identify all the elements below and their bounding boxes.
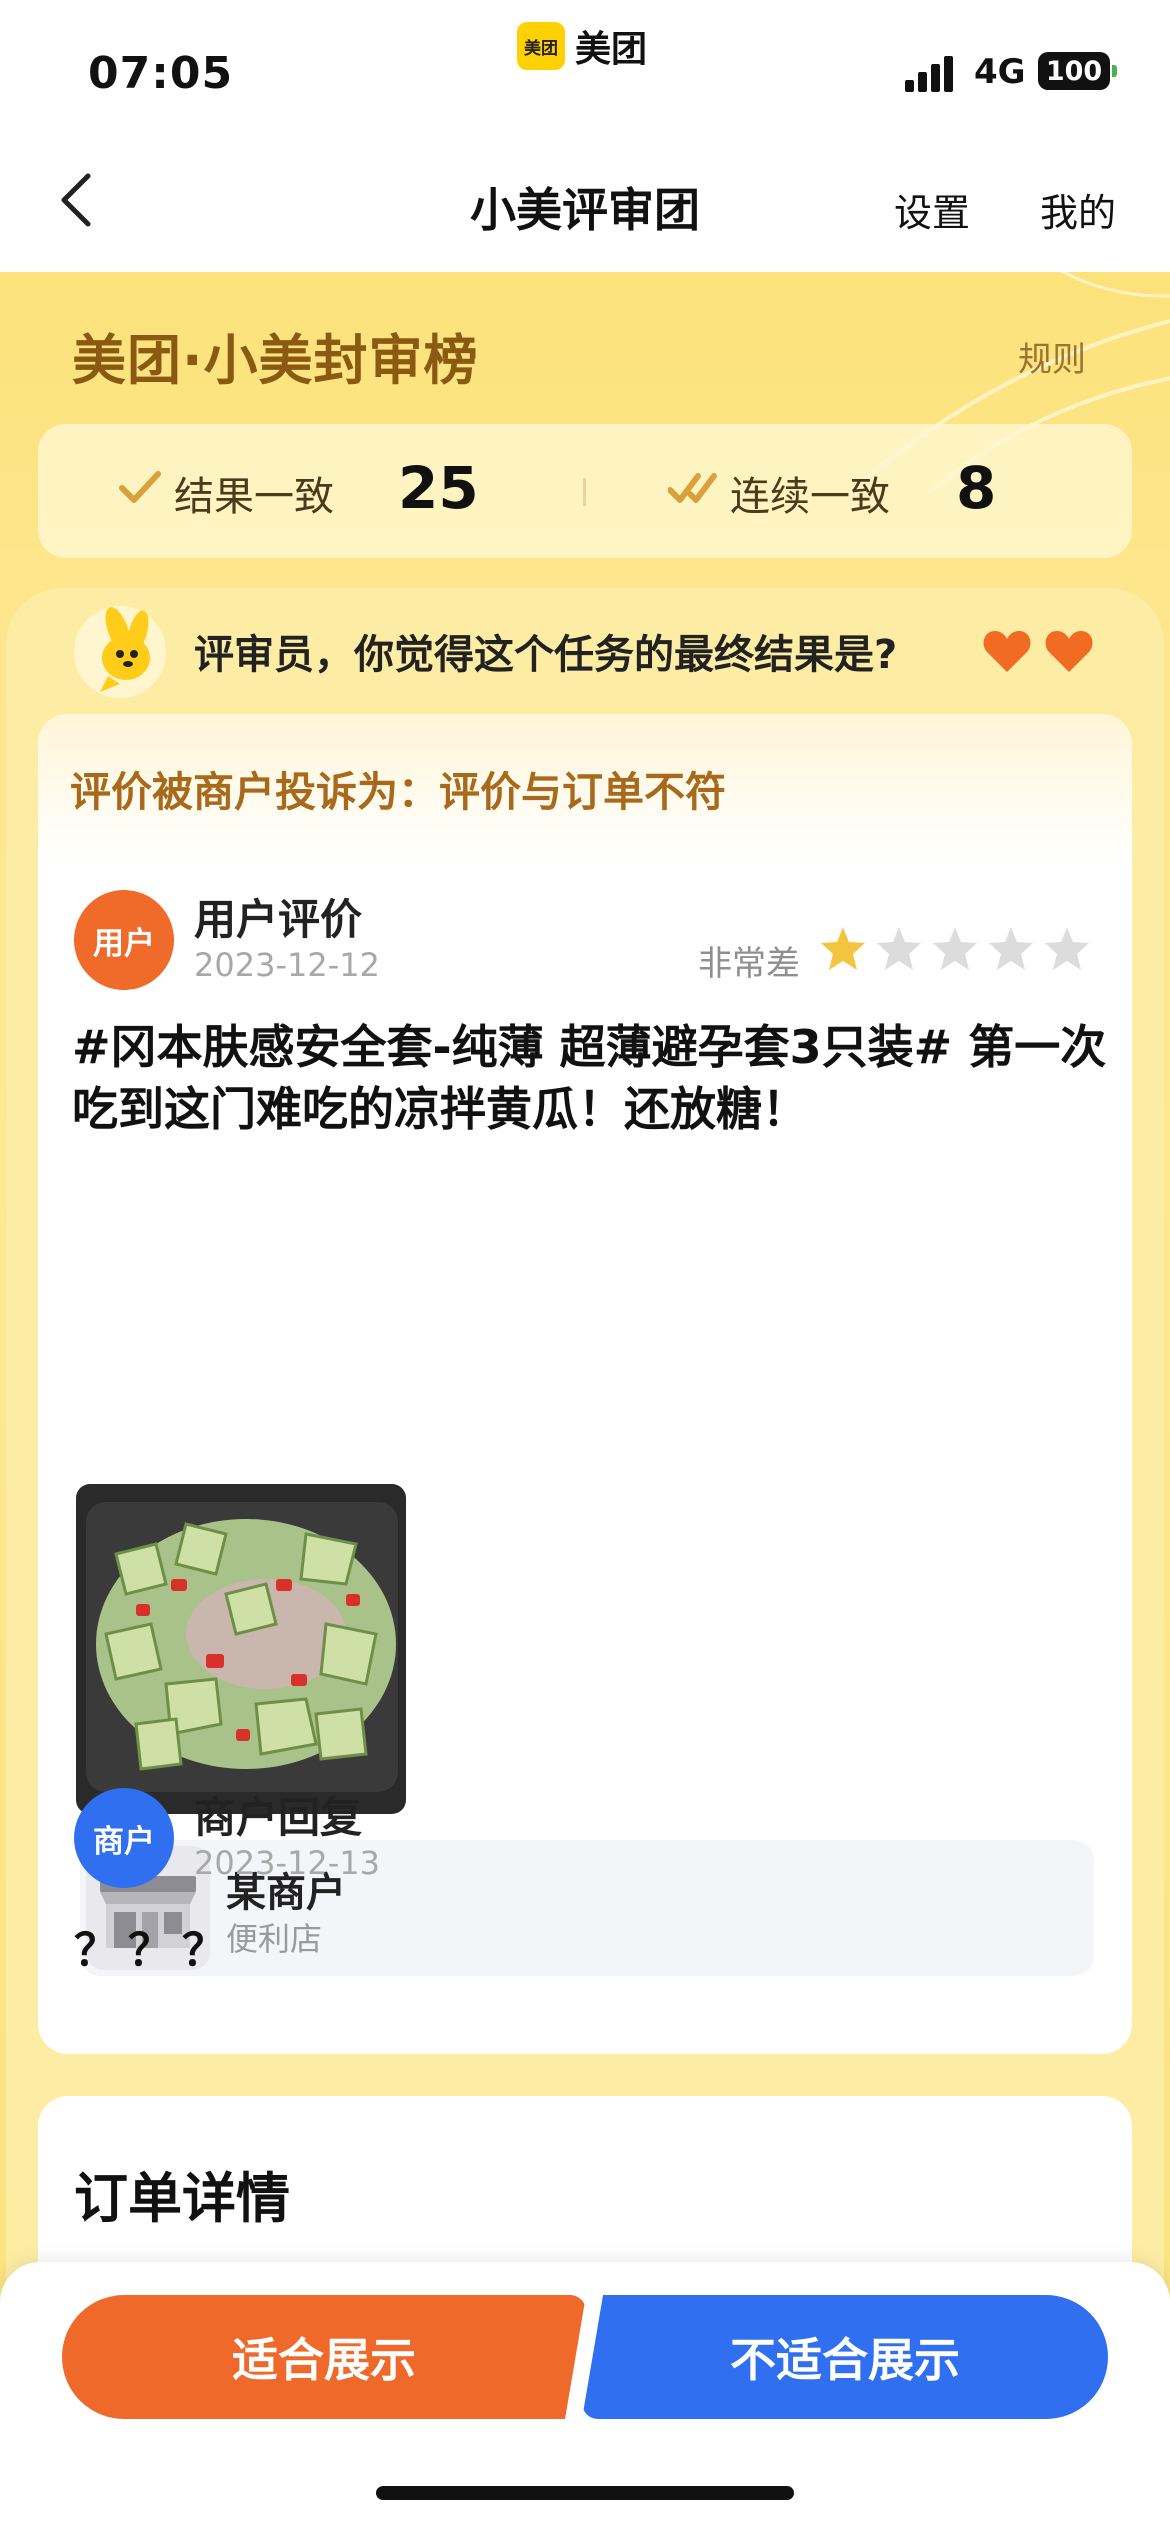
stat-label-consistent: 结果一致 xyxy=(174,474,334,520)
question-text: 评审员，你觉得这个任务的最终结果是? xyxy=(194,632,898,678)
star-empty-icon xyxy=(989,927,1033,970)
merchant-avatar: 商户 xyxy=(74,1788,174,1888)
review-card: 评价被商户投诉为：评价与订单不符 用户 用户评价 2023-12-12 非常差 … xyxy=(38,714,1132,2054)
cucumber-salad-image xyxy=(76,1484,406,1814)
review-date: 2023-12-12 xyxy=(194,946,380,984)
settings-link[interactable]: 设置 xyxy=(894,182,970,237)
complaint-reason: 评价被商户投诉为：评价与订单不符 xyxy=(70,768,726,816)
reply-content: ？？？ xyxy=(74,1925,236,1976)
rules-link[interactable]: 规则 xyxy=(1018,332,1086,381)
mine-link[interactable]: 我的 xyxy=(1040,182,1116,237)
review-author: 用户评价 xyxy=(194,895,363,944)
mascot-kangaroo-icon xyxy=(74,606,166,698)
app-indicator: 美团 美团 xyxy=(517,20,647,72)
heart-icon xyxy=(983,631,1031,672)
status-bar: 07:05 美团 美团 4G 100 xyxy=(0,0,1170,130)
content-area: 美团·小美封审榜 规则 结果一致 25 连续一致 8 评审员，你觉得这个任务的最… xyxy=(0,272,1170,2532)
app-name: 美团 xyxy=(575,29,648,70)
signal-icon xyxy=(905,56,953,92)
unsuitable-button[interactable]: 不适合展示 xyxy=(582,2295,1108,2419)
reply-date: 2023-12-13 xyxy=(194,1844,380,1882)
stat-value-streak: 8 xyxy=(956,454,997,522)
heart-icon xyxy=(1045,631,1093,672)
merchant-type: 便利店 xyxy=(226,1920,323,1958)
star-filled-icon xyxy=(821,927,865,970)
stat-value-consistent: 25 xyxy=(398,454,479,522)
battery-tip xyxy=(1112,65,1117,77)
rating-text: 非常差 xyxy=(698,944,800,984)
review-photo[interactable] xyxy=(76,1484,406,1814)
board-title: 美团·小美封审榜 xyxy=(72,329,479,392)
meituan-logo-icon: 美团 xyxy=(517,22,565,70)
stats-card: 结果一致 25 连续一致 8 xyxy=(38,424,1132,558)
star-empty-icon xyxy=(877,927,921,970)
bottom-action-bar: 适合展示 不适合展示 xyxy=(0,2262,1170,2532)
order-details-title: 订单详情 xyxy=(74,2167,290,2230)
star-empty-icon xyxy=(933,927,977,970)
double-check-icon xyxy=(668,473,717,503)
status-time: 07:05 xyxy=(88,48,234,99)
star-empty-icon xyxy=(1045,927,1089,970)
user-avatar: 用户 xyxy=(74,890,174,990)
reply-author: 商户回复 xyxy=(194,1793,363,1842)
nav-bar: 小美评审团 设置 我的 xyxy=(0,130,1170,272)
battery-icon: 100 xyxy=(1038,52,1110,90)
stat-label-streak: 连续一致 xyxy=(730,474,890,520)
home-indicator xyxy=(376,2486,794,2500)
suitable-button[interactable]: 适合展示 xyxy=(62,2295,586,2419)
stat-divider xyxy=(583,478,586,506)
network-type: 4G xyxy=(974,52,1026,92)
check-icon xyxy=(119,471,161,503)
review-content: #冈本肤感安全套-纯薄 超薄避孕套3只装# 第一次吃到这门难吃的凉拌黄瓜！还放糖… xyxy=(72,1020,1107,1136)
page-title: 小美评审团 xyxy=(470,183,700,237)
